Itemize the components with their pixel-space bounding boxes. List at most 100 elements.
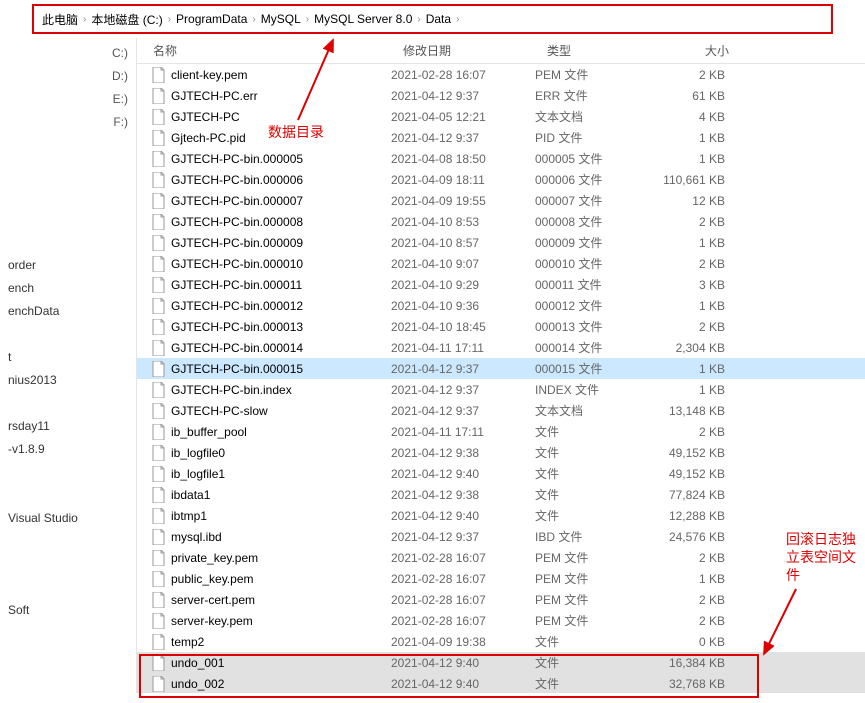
file-row[interactable]: undo_0012021-04-12 9:40文件16,384 KB (137, 652, 865, 673)
sidebar-item[interactable]: Visual Studio (0, 507, 136, 530)
file-row[interactable]: GJTECH-PC2021-04-05 12:21文本文档4 KB (137, 106, 865, 127)
sidebar-item[interactable]: t (0, 346, 136, 369)
file-date: 2021-02-28 16:07 (391, 572, 535, 586)
file-row[interactable]: server-key.pem2021-02-28 16:07PEM 文件2 KB (137, 610, 865, 631)
file-type: IBD 文件 (535, 528, 645, 545)
file-date: 2021-04-12 9:37 (391, 362, 535, 376)
file-row[interactable]: private_key.pem2021-02-28 16:07PEM 文件2 K… (137, 547, 865, 568)
file-name: GJTECH-PC-bin.index (171, 383, 391, 397)
column-header-name[interactable]: 名称 (137, 38, 395, 63)
sidebar-drive[interactable]: C:) (0, 42, 136, 65)
file-size: 2 KB (645, 425, 745, 439)
file-row[interactable]: GJTECH-PC.err2021-04-12 9:37ERR 文件61 KB (137, 85, 865, 106)
sidebar-item[interactable]: -v1.8.9 (0, 438, 136, 461)
breadcrumb-item[interactable]: MySQL (261, 12, 301, 26)
file-row[interactable]: undo_0022021-04-12 9:40文件32,768 KB (137, 673, 865, 693)
file-name: client-key.pem (171, 68, 391, 82)
file-row[interactable]: GJTECH-PC-bin.0000142021-04-11 17:110000… (137, 337, 865, 358)
sidebar-item[interactable]: nius2013 (0, 369, 136, 392)
file-row[interactable]: temp22021-04-09 19:38文件0 KB (137, 631, 865, 652)
file-row[interactable]: GJTECH-PC-bin.0000072021-04-09 19:550000… (137, 190, 865, 211)
file-icon (151, 319, 167, 335)
file-row[interactable]: ibdata12021-04-12 9:38文件77,824 KB (137, 484, 865, 505)
file-name: GJTECH-PC-bin.000006 (171, 173, 391, 187)
file-row[interactable]: Gjtech-PC.pid2021-04-12 9:37PID 文件1 KB (137, 127, 865, 148)
file-row[interactable]: ib_buffer_pool2021-04-11 17:11文件2 KB (137, 421, 865, 442)
sidebar-item[interactable]: rsday11 (0, 415, 136, 438)
breadcrumb[interactable]: 此电脑›本地磁盘 (C:)›ProgramData›MySQL›MySQL Se… (32, 4, 833, 34)
chevron-right-icon: › (163, 14, 176, 25)
file-name: GJTECH-PC-bin.000012 (171, 299, 391, 313)
file-row[interactable]: client-key.pem2021-02-28 16:07PEM 文件2 KB (137, 64, 865, 85)
sidebar-item[interactable]: ench (0, 277, 136, 300)
file-date: 2021-04-12 9:38 (391, 488, 535, 502)
file-name: GJTECH-PC-slow (171, 404, 391, 418)
file-type: PEM 文件 (535, 591, 645, 608)
file-name: ib_buffer_pool (171, 425, 391, 439)
file-type: INDEX 文件 (535, 381, 645, 398)
file-row[interactable]: public_key.pem2021-02-28 16:07PEM 文件1 KB (137, 568, 865, 589)
breadcrumb-item[interactable]: MySQL Server 8.0 (314, 12, 412, 26)
file-date: 2021-02-28 16:07 (391, 68, 535, 82)
file-row[interactable]: ib_logfile02021-04-12 9:38文件49,152 KB (137, 442, 865, 463)
sidebar-drive[interactable]: F:) (0, 111, 136, 134)
file-row[interactable]: ibtmp12021-04-12 9:40文件12,288 KB (137, 505, 865, 526)
file-row[interactable]: GJTECH-PC-bin.0000132021-04-10 18:450000… (137, 316, 865, 337)
breadcrumb-item[interactable]: ProgramData (176, 12, 247, 26)
column-header-date[interactable]: 修改日期 (395, 38, 539, 63)
file-row[interactable]: GJTECH-PC-bin.index2021-04-12 9:37INDEX … (137, 379, 865, 400)
sidebar-item[interactable]: Soft (0, 599, 136, 622)
breadcrumb-item[interactable]: 此电脑 (42, 11, 78, 28)
column-header-size[interactable]: 大小 (649, 38, 757, 63)
breadcrumb-item[interactable]: Data (426, 12, 451, 26)
file-row[interactable]: mysql.ibd2021-04-12 9:37IBD 文件24,576 KB (137, 526, 865, 547)
file-size: 16,384 KB (645, 656, 745, 670)
file-name: GJTECH-PC-bin.000005 (171, 152, 391, 166)
file-row[interactable]: GJTECH-PC-bin.0000122021-04-10 9:3600001… (137, 295, 865, 316)
file-row[interactable]: GJTECH-PC-bin.0000082021-04-10 8:5300000… (137, 211, 865, 232)
file-date: 2021-04-10 9:07 (391, 257, 535, 271)
file-name: GJTECH-PC-bin.000010 (171, 257, 391, 271)
file-size: 1 KB (645, 572, 745, 586)
file-row[interactable]: GJTECH-PC-slow2021-04-12 9:37文本文档13,148 … (137, 400, 865, 421)
sidebar-drive[interactable]: D:) (0, 65, 136, 88)
file-row[interactable]: GJTECH-PC-bin.0000102021-04-10 9:0700001… (137, 253, 865, 274)
file-name: ib_logfile1 (171, 467, 391, 481)
column-header-type[interactable]: 类型 (539, 38, 649, 63)
file-type: 000011 文件 (535, 276, 645, 293)
sidebar-item[interactable]: enchData (0, 300, 136, 323)
file-date: 2021-04-11 17:11 (391, 341, 535, 355)
file-icon (151, 508, 167, 524)
sidebar-drive[interactable]: E:) (0, 88, 136, 111)
file-row[interactable]: ib_logfile12021-04-12 9:40文件49,152 KB (137, 463, 865, 484)
file-row[interactable]: server-cert.pem2021-02-28 16:07PEM 文件2 K… (137, 589, 865, 610)
file-size: 2 KB (645, 593, 745, 607)
file-type: 文本文档 (535, 108, 645, 125)
file-date: 2021-02-28 16:07 (391, 614, 535, 628)
file-type: 000006 文件 (535, 171, 645, 188)
file-icon (151, 487, 167, 503)
file-size: 1 KB (645, 131, 745, 145)
file-size: 2 KB (645, 614, 745, 628)
file-name: GJTECH-PC (171, 110, 391, 124)
file-row[interactable]: GJTECH-PC-bin.0000152021-04-12 9:3700001… (137, 358, 865, 379)
sidebar-item[interactable]: order (0, 254, 136, 277)
file-size: 2 KB (645, 68, 745, 82)
file-row[interactable]: GJTECH-PC-bin.0000062021-04-09 18:110000… (137, 169, 865, 190)
breadcrumb-item[interactable]: 本地磁盘 (C:) (91, 11, 162, 28)
file-size: 1 KB (645, 236, 745, 250)
file-row[interactable]: GJTECH-PC-bin.0000112021-04-10 9:2900001… (137, 274, 865, 295)
file-type: 000014 文件 (535, 339, 645, 356)
file-date: 2021-04-09 19:38 (391, 635, 535, 649)
file-date: 2021-04-12 9:40 (391, 467, 535, 481)
file-size: 2 KB (645, 257, 745, 271)
file-name: temp2 (171, 635, 391, 649)
file-list-panel: 名称 修改日期 类型 大小 client-key.pem2021-02-28 1… (137, 38, 865, 693)
column-headers[interactable]: 名称 修改日期 类型 大小 (137, 38, 865, 64)
file-name: GJTECH-PC-bin.000011 (171, 278, 391, 292)
file-name: public_key.pem (171, 572, 391, 586)
file-row[interactable]: GJTECH-PC-bin.0000092021-04-10 8:5700000… (137, 232, 865, 253)
file-date: 2021-04-12 9:37 (391, 89, 535, 103)
file-row[interactable]: GJTECH-PC-bin.0000052021-04-08 18:500000… (137, 148, 865, 169)
file-type: 文件 (535, 675, 645, 692)
